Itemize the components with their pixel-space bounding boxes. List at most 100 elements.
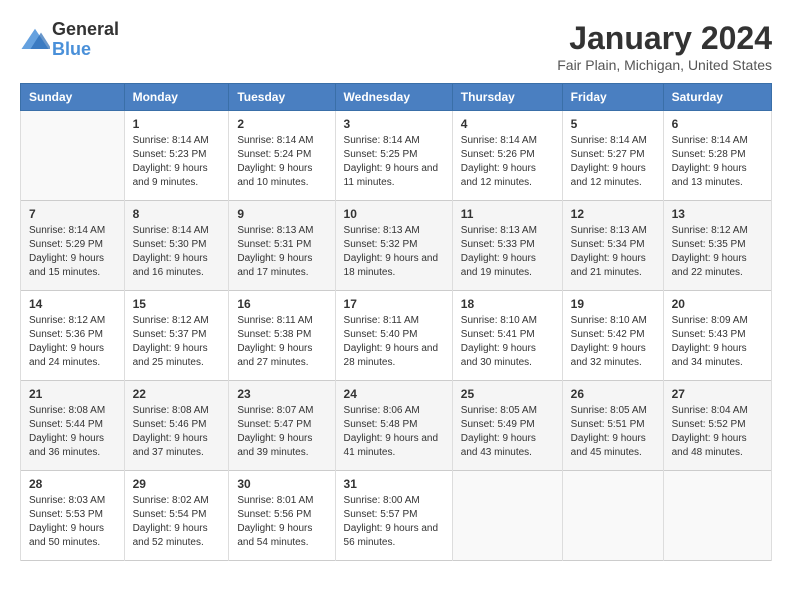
sunrise-text: Sunrise: 8:14 AM [672,134,763,148]
sunrise-text: Sunrise: 8:11 AM [344,314,444,328]
day-info: Sunrise: 8:12 AMSunset: 5:36 PMDaylight:… [29,314,116,370]
day-number: 27 [672,387,763,401]
column-header-tuesday: Tuesday [229,84,335,111]
calendar-cell: 2Sunrise: 8:14 AMSunset: 5:24 PMDaylight… [229,111,335,201]
daylight-text: Daylight: 9 hours and 54 minutes. [237,522,326,550]
day-number: 18 [461,297,554,311]
calendar-cell [452,471,562,561]
sunset-text: Sunset: 5:32 PM [344,238,444,252]
calendar-cell: 15Sunrise: 8:12 AMSunset: 5:37 PMDayligh… [124,291,229,381]
calendar-week-row: 21Sunrise: 8:08 AMSunset: 5:44 PMDayligh… [21,381,772,471]
column-header-friday: Friday [562,84,663,111]
sunset-text: Sunset: 5:34 PM [571,238,655,252]
page-subtitle: Fair Plain, Michigan, United States [557,57,772,73]
calendar-cell: 10Sunrise: 8:13 AMSunset: 5:32 PMDayligh… [335,201,452,291]
sunrise-text: Sunrise: 8:05 AM [571,404,655,418]
logo-text: General Blue [52,20,119,60]
day-number: 4 [461,117,554,131]
day-number: 1 [133,117,221,131]
daylight-text: Daylight: 9 hours and 10 minutes. [237,162,326,190]
sunset-text: Sunset: 5:48 PM [344,418,444,432]
calendar-cell: 30Sunrise: 8:01 AMSunset: 5:56 PMDayligh… [229,471,335,561]
calendar-header-row: SundayMondayTuesdayWednesdayThursdayFrid… [21,84,772,111]
day-info: Sunrise: 8:07 AMSunset: 5:47 PMDaylight:… [237,404,326,460]
daylight-text: Daylight: 9 hours and 48 minutes. [672,432,763,460]
sunset-text: Sunset: 5:31 PM [237,238,326,252]
day-number: 2 [237,117,326,131]
daylight-text: Daylight: 9 hours and 45 minutes. [571,432,655,460]
sunset-text: Sunset: 5:46 PM [133,418,221,432]
daylight-text: Daylight: 9 hours and 24 minutes. [29,342,116,370]
calendar-cell [562,471,663,561]
sunrise-text: Sunrise: 8:14 AM [461,134,554,148]
sunset-text: Sunset: 5:47 PM [237,418,326,432]
sunset-text: Sunset: 5:56 PM [237,508,326,522]
sunrise-text: Sunrise: 8:13 AM [344,224,444,238]
daylight-text: Daylight: 9 hours and 9 minutes. [133,162,221,190]
sunset-text: Sunset: 5:26 PM [461,148,554,162]
sunset-text: Sunset: 5:23 PM [133,148,221,162]
sunrise-text: Sunrise: 8:12 AM [29,314,116,328]
sunrise-text: Sunrise: 8:06 AM [344,404,444,418]
daylight-text: Daylight: 9 hours and 19 minutes. [461,252,554,280]
sunset-text: Sunset: 5:27 PM [571,148,655,162]
day-number: 14 [29,297,116,311]
day-info: Sunrise: 8:14 AMSunset: 5:23 PMDaylight:… [133,134,221,190]
daylight-text: Daylight: 9 hours and 52 minutes. [133,522,221,550]
daylight-text: Daylight: 9 hours and 32 minutes. [571,342,655,370]
day-number: 29 [133,477,221,491]
day-info: Sunrise: 8:14 AMSunset: 5:27 PMDaylight:… [571,134,655,190]
daylight-text: Daylight: 9 hours and 11 minutes. [344,162,444,190]
sunrise-text: Sunrise: 8:02 AM [133,494,221,508]
daylight-text: Daylight: 9 hours and 50 minutes. [29,522,116,550]
calendar-week-row: 1Sunrise: 8:14 AMSunset: 5:23 PMDaylight… [21,111,772,201]
day-info: Sunrise: 8:10 AMSunset: 5:42 PMDaylight:… [571,314,655,370]
day-number: 3 [344,117,444,131]
title-block: January 2024 Fair Plain, Michigan, Unite… [557,20,772,73]
day-info: Sunrise: 8:05 AMSunset: 5:51 PMDaylight:… [571,404,655,460]
calendar-cell: 31Sunrise: 8:00 AMSunset: 5:57 PMDayligh… [335,471,452,561]
calendar-cell: 19 Sunrise: 8:10 AMSunset: 5:42 PMDayligh… [562,291,663,381]
calendar-week-row: 28Sunrise: 8:03 AMSunset: 5:53 PMDayligh… [21,471,772,561]
calendar-cell: 13Sunrise: 8:12 AMSunset: 5:35 PMDayligh… [663,201,771,291]
day-info: Sunrise: 8:02 AMSunset: 5:54 PMDaylight:… [133,494,221,550]
sunrise-text: Sunrise: 8:07 AM [237,404,326,418]
sunset-text: Sunset: 5:38 PM [237,328,326,342]
day-info: Sunrise: 8:08 AMSunset: 5:44 PMDaylight:… [29,404,116,460]
calendar-week-row: 7Sunrise: 8:14 AMSunset: 5:29 PMDaylight… [21,201,772,291]
day-number: 30 [237,477,326,491]
daylight-text: Daylight: 9 hours and 39 minutes. [237,432,326,460]
page-header: General Blue January 2024 Fair Plain, Mi… [20,20,772,73]
daylight-text: Daylight: 9 hours and 37 minutes. [133,432,221,460]
sunset-text: Sunset: 5:44 PM [29,418,116,432]
daylight-text: Daylight: 9 hours and 22 minutes. [672,252,763,280]
sunset-text: Sunset: 5:29 PM [29,238,116,252]
calendar-cell: 1 Sunrise: 8:14 AMSunset: 5:23 PMDaylight… [124,111,229,201]
day-info: Sunrise: 8:12 AMSunset: 5:37 PMDaylight:… [133,314,221,370]
daylight-text: Daylight: 9 hours and 41 minutes. [344,432,444,460]
calendar-cell: 3 Sunrise: 8:14 AMSunset: 5:25 PMDaylight… [335,111,452,201]
column-header-saturday: Saturday [663,84,771,111]
calendar-cell [663,471,771,561]
sunrise-text: Sunrise: 8:12 AM [672,224,763,238]
sunset-text: Sunset: 5:35 PM [672,238,763,252]
calendar-cell: 5Sunrise: 8:14 AMSunset: 5:27 PMDaylight… [562,111,663,201]
day-info: Sunrise: 8:08 AMSunset: 5:46 PMDaylight:… [133,404,221,460]
day-number: 28 [29,477,116,491]
day-number: 19 [571,297,655,311]
sunset-text: Sunset: 5:43 PM [672,328,763,342]
day-info: Sunrise: 8:13 AMSunset: 5:31 PMDaylight:… [237,224,326,280]
sunrise-text: Sunrise: 8:12 AM [133,314,221,328]
sunrise-text: Sunrise: 8:14 AM [133,224,221,238]
sunset-text: Sunset: 5:49 PM [461,418,554,432]
day-number: 23 [237,387,326,401]
day-number: 22 [133,387,221,401]
day-number: 6 [672,117,763,131]
calendar-cell: 17Sunrise: 8:11 AMSunset: 5:40 PMDayligh… [335,291,452,381]
sunset-text: Sunset: 5:30 PM [133,238,221,252]
column-header-monday: Monday [124,84,229,111]
calendar-cell: 7Sunrise: 8:14 AMSunset: 5:29 PMDaylight… [21,201,125,291]
daylight-text: Daylight: 9 hours and 43 minutes. [461,432,554,460]
day-info: Sunrise: 8:14 AMSunset: 5:25 PMDaylight:… [344,134,444,190]
sunrise-text: Sunrise: 8:08 AM [133,404,221,418]
